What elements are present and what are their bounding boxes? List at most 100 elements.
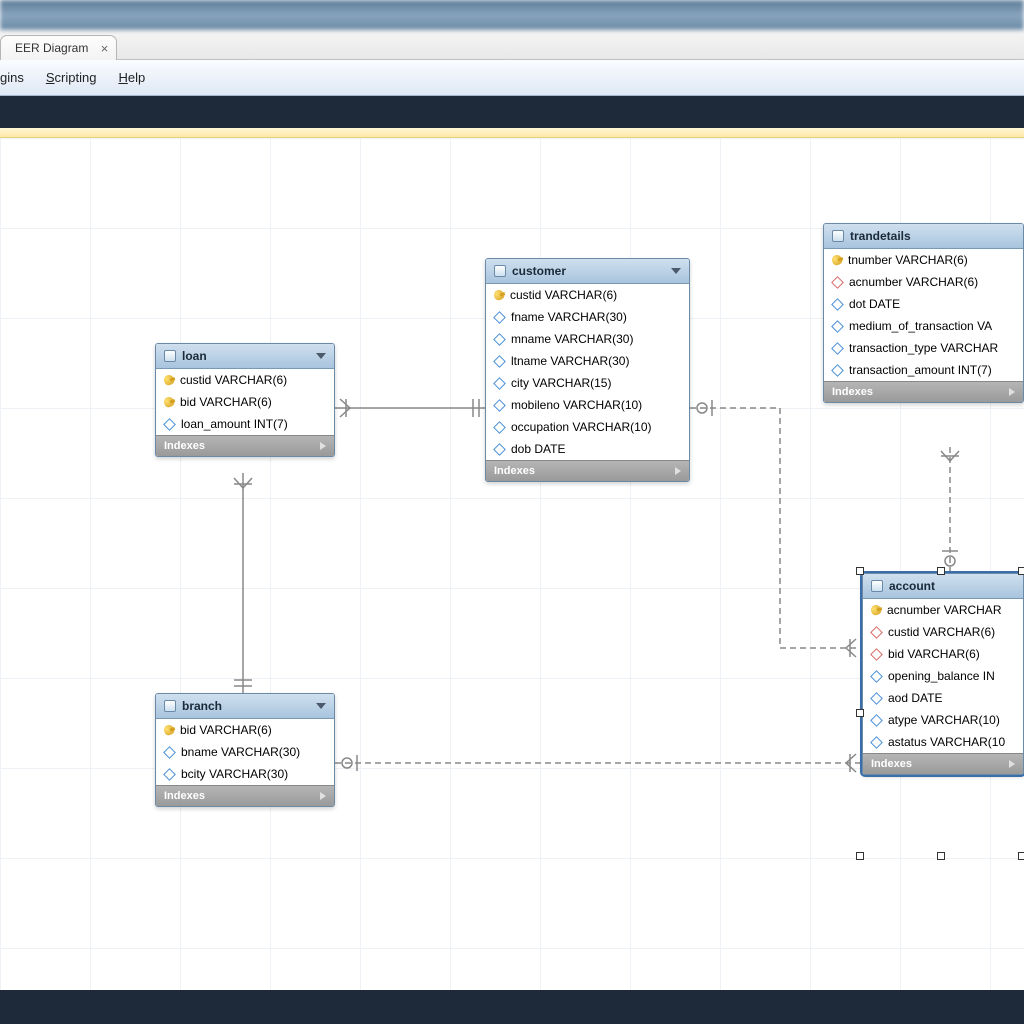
table-icon	[871, 580, 883, 592]
column-row[interactable]: astatus VARCHAR(10	[863, 731, 1023, 753]
entity-header[interactable]: customer	[486, 259, 689, 284]
diagram-canvas[interactable]: loan custid VARCHAR(6) bid VARCHAR(6) lo…	[0, 138, 1024, 1024]
fk-icon	[831, 276, 844, 289]
column-icon	[870, 714, 883, 727]
column-row[interactable]: fname VARCHAR(30)	[486, 306, 689, 328]
column-row[interactable]: mname VARCHAR(30)	[486, 328, 689, 350]
fk-icon	[870, 648, 883, 661]
entity-title: loan	[182, 349, 310, 363]
column-row[interactable]: city VARCHAR(15)	[486, 372, 689, 394]
column-row[interactable]: loan_amount INT(7)	[156, 413, 334, 435]
column-row[interactable]: custid VARCHAR(6)	[486, 284, 689, 306]
column-icon	[493, 421, 506, 434]
footer-dark	[0, 990, 1024, 1024]
column-icon	[493, 399, 506, 412]
tab-strip: EER Diagram ×	[0, 30, 1024, 60]
column-row[interactable]: opening_balance IN	[863, 665, 1023, 687]
column-row[interactable]: occupation VARCHAR(10)	[486, 416, 689, 438]
column-row[interactable]: custid VARCHAR(6)	[863, 621, 1023, 643]
column-icon	[831, 364, 844, 377]
resize-handle[interactable]	[856, 709, 864, 717]
column-row[interactable]: aod DATE	[863, 687, 1023, 709]
indexes-footer[interactable]: Indexes	[863, 753, 1023, 774]
toolbar-dark	[0, 96, 1024, 128]
indexes-footer[interactable]: Indexes	[156, 785, 334, 806]
resize-handle[interactable]	[1018, 567, 1024, 575]
column-row[interactable]: bid VARCHAR(6)	[156, 719, 334, 741]
column-row[interactable]: acnumber VARCHAR(6)	[824, 271, 1023, 293]
titlebar-blur	[0, 0, 1024, 30]
column-row[interactable]: dob DATE	[486, 438, 689, 460]
entity-header[interactable]: trandetails	[824, 224, 1023, 249]
chevron-right-icon	[320, 792, 326, 800]
entity-title: account	[889, 579, 1015, 593]
tab-eer-diagram[interactable]: EER Diagram ×	[0, 35, 117, 60]
column-row[interactable]: mobileno VARCHAR(10)	[486, 394, 689, 416]
column-row[interactable]: tnumber VARCHAR(6)	[824, 249, 1023, 271]
entity-trandetails[interactable]: trandetails tnumber VARCHAR(6) acnumber …	[823, 223, 1024, 403]
menu-plugins[interactable]: gins	[0, 70, 24, 85]
chevron-down-icon[interactable]	[316, 703, 326, 709]
resize-handle[interactable]	[1018, 852, 1024, 860]
ribbon-notice	[0, 128, 1024, 138]
resize-handle[interactable]	[937, 852, 945, 860]
column-row[interactable]: bname VARCHAR(30)	[156, 741, 334, 763]
resize-handle[interactable]	[937, 567, 945, 575]
chevron-right-icon	[1009, 760, 1015, 768]
column-row[interactable]: atype VARCHAR(10)	[863, 709, 1023, 731]
chevron-right-icon	[675, 467, 681, 475]
entity-loan[interactable]: loan custid VARCHAR(6) bid VARCHAR(6) lo…	[155, 343, 335, 457]
column-icon	[163, 746, 176, 759]
column-row[interactable]: custid VARCHAR(6)	[156, 369, 334, 391]
entity-account[interactable]: account acnumber VARCHAR custid VARCHAR(…	[862, 573, 1024, 775]
column-row[interactable]: ltname VARCHAR(30)	[486, 350, 689, 372]
table-icon	[164, 700, 176, 712]
entity-branch[interactable]: branch bid VARCHAR(6) bname VARCHAR(30) …	[155, 693, 335, 807]
entity-header[interactable]: branch	[156, 694, 334, 719]
entity-title: customer	[512, 264, 665, 278]
resize-handle[interactable]	[856, 852, 864, 860]
column-row[interactable]: bcity VARCHAR(30)	[156, 763, 334, 785]
key-icon	[831, 254, 844, 267]
column-row[interactable]: bid VARCHAR(6)	[156, 391, 334, 413]
entity-title: trandetails	[850, 229, 1015, 243]
chevron-right-icon	[320, 442, 326, 450]
column-row[interactable]: transaction_type VARCHAR	[824, 337, 1023, 359]
table-icon	[494, 265, 506, 277]
entity-header[interactable]: loan	[156, 344, 334, 369]
menu-scripting[interactable]: Scripting	[46, 70, 97, 85]
indexes-footer[interactable]: Indexes	[486, 460, 689, 481]
chevron-right-icon	[1009, 388, 1015, 396]
column-row[interactable]: bid VARCHAR(6)	[863, 643, 1023, 665]
tab-label: EER Diagram	[15, 41, 88, 55]
column-row[interactable]: acnumber VARCHAR	[863, 599, 1023, 621]
table-icon	[164, 350, 176, 362]
column-icon	[831, 320, 844, 333]
key-icon	[163, 724, 176, 737]
column-icon	[493, 355, 506, 368]
resize-handle[interactable]	[856, 567, 864, 575]
close-icon[interactable]: ×	[101, 41, 109, 56]
column-icon	[163, 768, 176, 781]
key-icon	[163, 396, 176, 409]
indexes-footer[interactable]: Indexes	[156, 435, 334, 456]
column-icon	[493, 377, 506, 390]
column-icon	[870, 736, 883, 749]
column-row[interactable]: dot DATE	[824, 293, 1023, 315]
column-icon	[831, 298, 844, 311]
entity-customer[interactable]: customer custid VARCHAR(6) fname VARCHAR…	[485, 258, 690, 482]
entity-title: branch	[182, 699, 310, 713]
indexes-footer[interactable]: Indexes	[824, 381, 1023, 402]
chevron-down-icon[interactable]	[671, 268, 681, 274]
menu-help[interactable]: Help	[118, 70, 145, 85]
column-icon	[870, 670, 883, 683]
column-icon	[870, 692, 883, 705]
key-icon	[163, 374, 176, 387]
chevron-down-icon[interactable]	[316, 353, 326, 359]
entity-header[interactable]: account	[863, 574, 1023, 599]
column-row[interactable]: transaction_amount INT(7)	[824, 359, 1023, 381]
column-icon	[493, 333, 506, 346]
column-row[interactable]: medium_of_transaction VA	[824, 315, 1023, 337]
key-icon	[870, 604, 883, 617]
menu-bar: gins Scripting Help	[0, 60, 1024, 96]
